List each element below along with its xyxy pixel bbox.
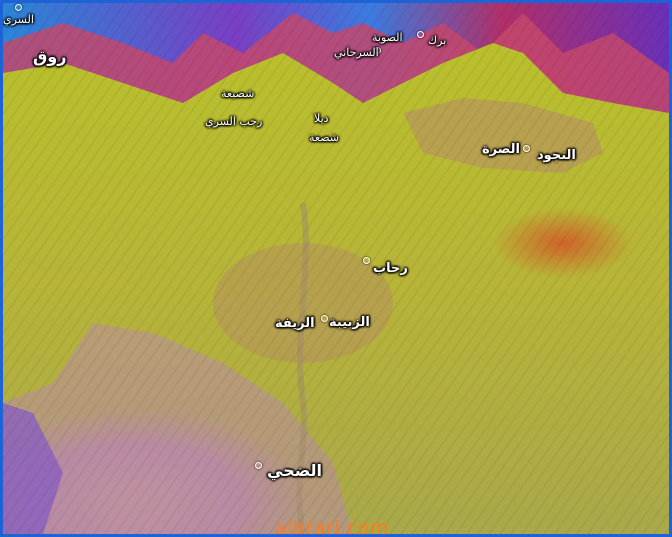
watermark-text: albrari.com <box>275 517 389 537</box>
place-label-shasaa[interactable]: شصعة <box>309 131 339 144</box>
place-label-zubayba[interactable]: الزبيبة <box>329 315 370 330</box>
place-marker-zubayba[interactable] <box>321 315 328 322</box>
place-label-birk[interactable]: برك <box>428 34 446 47</box>
place-marker-duhi[interactable] <box>255 462 262 469</box>
place-label-rifa[interactable]: الريفة <box>275 316 315 331</box>
place-label-duhi[interactable]: الضحي <box>267 461 322 480</box>
place-label-rawq[interactable]: روق <box>33 47 66 66</box>
place-label-dyla[interactable]: ديلا <box>314 112 329 125</box>
terrain-relief-image[interactable] <box>3 3 669 534</box>
place-label-sawba[interactable]: الصوبة <box>372 31 403 44</box>
place-marker-najud[interactable] <box>523 145 530 152</box>
place-label-sarri-tl[interactable]: السري <box>3 13 34 26</box>
place-label-sura[interactable]: الصرة <box>482 142 520 157</box>
place-marker-sarri-tl[interactable] <box>15 4 22 11</box>
place-label-shabaa[interactable]: شصبعة <box>221 87 254 100</box>
place-label-najud[interactable]: النجود <box>537 148 576 163</box>
place-label-rajab-sarri[interactable]: رجب السري <box>205 115 262 128</box>
place-label-sarhani[interactable]: السرحاني <box>334 46 379 59</box>
map-frame: السري روق شصبعة رجب السري ديلا شصعة السر… <box>0 0 672 537</box>
place-label-rahab[interactable]: رحاب <box>373 261 408 276</box>
place-marker-sawba[interactable] <box>417 31 424 38</box>
place-marker-rahab[interactable] <box>363 257 370 264</box>
